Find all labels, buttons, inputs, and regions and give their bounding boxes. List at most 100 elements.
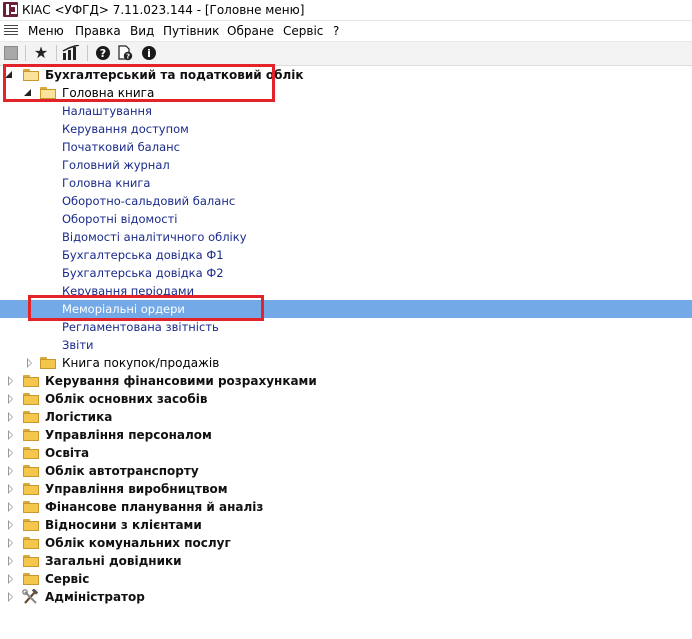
collapse-arrow-icon[interactable] bbox=[7, 466, 15, 476]
help-icon[interactable]: ? bbox=[94, 44, 112, 62]
tree-node-label: Фінансове планування й аналіз bbox=[45, 500, 264, 514]
tree-node-module[interactable]: Управління виробництвом bbox=[0, 480, 692, 498]
tree-item-access-control[interactable]: Керування доступом bbox=[0, 120, 692, 138]
tree-item-reports[interactable]: Звіти bbox=[0, 336, 692, 354]
window-icon[interactable] bbox=[2, 44, 20, 62]
chart-icon[interactable] bbox=[62, 44, 80, 62]
collapse-arrow-icon[interactable] bbox=[7, 448, 15, 458]
title-bar: КІАС <УФГД> 7.11.023.144 - [Головне меню… bbox=[0, 0, 692, 21]
tree-node-module[interactable]: Сервіс bbox=[0, 570, 692, 588]
tree-item-analytical-statements[interactable]: Відомості аналітичного обліку bbox=[0, 228, 692, 246]
folder-icon bbox=[23, 555, 39, 567]
menu-item-favorites[interactable]: Обране bbox=[227, 24, 274, 38]
tree-node-module[interactable]: Керування фінансовими розрахунками bbox=[0, 372, 692, 390]
tree-item-label: Бухгалтерська довідка Ф1 bbox=[62, 248, 224, 262]
window-title: КІАС <УФГД> 7.11.023.144 - [Головне меню… bbox=[22, 3, 305, 17]
folder-icon bbox=[23, 519, 39, 531]
tree-item-label: Оборотно-сальдовий баланс bbox=[62, 194, 236, 208]
tree-item-label: Відомості аналітичного обліку bbox=[62, 230, 247, 244]
tree-item-settings[interactable]: Налаштування bbox=[0, 102, 692, 120]
collapse-arrow-icon[interactable] bbox=[7, 484, 15, 494]
collapse-arrow-icon[interactable] bbox=[7, 574, 15, 584]
doc-help-icon[interactable]: ? bbox=[116, 44, 134, 62]
tree-item-label: Головна книга bbox=[62, 176, 151, 190]
tree-node-purchase-sales-book[interactable]: Книга покупок/продажів bbox=[0, 354, 692, 372]
menu-item-edit[interactable]: Правка bbox=[75, 24, 121, 38]
tree-item-trial-balance[interactable]: Оборотно-сальдовий баланс bbox=[0, 192, 692, 210]
collapse-arrow-icon[interactable] bbox=[7, 376, 15, 386]
menu-item-menu[interactable]: Меню bbox=[28, 24, 64, 38]
folder-icon bbox=[23, 411, 39, 423]
collapse-arrow-icon[interactable] bbox=[7, 556, 15, 566]
highlight-frame-memorial-orders bbox=[28, 295, 264, 321]
collapse-arrow-icon[interactable] bbox=[7, 412, 15, 422]
tree-node-module[interactable]: Фінансове планування й аналіз bbox=[0, 498, 692, 516]
tree-node-label: Адміністратор bbox=[45, 590, 145, 604]
tree-item-label: Налаштування bbox=[62, 104, 152, 118]
tree-item-label: Керування доступом bbox=[62, 122, 189, 136]
tree-node-module[interactable]: Відносини з клієнтами bbox=[0, 516, 692, 534]
tree-item-label: Оборотні відомості bbox=[62, 212, 178, 226]
tree-node-label: Книга покупок/продажів bbox=[62, 356, 220, 370]
tree-item-accounting-note-f2[interactable]: Бухгалтерська довідка Ф2 bbox=[0, 264, 692, 282]
tree-item-turnover-statements[interactable]: Оборотні відомості bbox=[0, 210, 692, 228]
tree-node-module[interactable]: Облік комунальних послуг bbox=[0, 534, 692, 552]
tree-node-module[interactable]: Управління персоналом bbox=[0, 426, 692, 444]
tree-node-label: Сервіс bbox=[45, 572, 90, 586]
tree-node-label: Керування фінансовими розрахунками bbox=[45, 374, 317, 388]
info-icon[interactable]: i bbox=[140, 44, 158, 62]
tree-item-label: Регламентована звітність bbox=[62, 320, 219, 334]
tree-item-label: Звіти bbox=[62, 338, 94, 352]
menu-bar: Меню Правка Вид Путівник Обране Сервіс ? bbox=[0, 21, 692, 41]
tree-item-general-ledger-doc[interactable]: Головна книга bbox=[0, 174, 692, 192]
folder-icon bbox=[23, 429, 39, 441]
tree-node-label: Відносини з клієнтами bbox=[45, 518, 202, 532]
tree-item-accounting-note-f1[interactable]: Бухгалтерська довідка Ф1 bbox=[0, 246, 692, 264]
menu-item-view[interactable]: Вид bbox=[130, 24, 154, 38]
toolbar-separator bbox=[56, 45, 57, 61]
tree-item-label: Початковий баланс bbox=[62, 140, 180, 154]
collapse-arrow-icon[interactable] bbox=[26, 358, 34, 368]
collapse-arrow-icon[interactable] bbox=[7, 520, 15, 530]
tree-node-label: Облік автотранспорту bbox=[45, 464, 199, 478]
tools-icon bbox=[22, 589, 39, 604]
menu-item-navigator[interactable]: Путівник bbox=[163, 24, 219, 38]
tree-node-module[interactable]: Облік автотранспорту bbox=[0, 462, 692, 480]
folder-icon bbox=[23, 465, 39, 477]
star-icon[interactable]: ★ bbox=[32, 44, 50, 62]
collapse-arrow-icon[interactable] bbox=[7, 430, 15, 440]
tree-node-label: Логістика bbox=[45, 410, 113, 424]
folder-icon bbox=[23, 447, 39, 459]
tree-item-opening-balance[interactable]: Початковий баланс bbox=[0, 138, 692, 156]
tree-item-label: Бухгалтерська довідка Ф2 bbox=[62, 266, 224, 280]
tree-node-module[interactable]: Облік основних засобів bbox=[0, 390, 692, 408]
highlight-frame-accounting bbox=[3, 64, 275, 102]
folder-icon bbox=[40, 357, 56, 369]
app-logo-icon bbox=[3, 2, 18, 17]
tree-node-module[interactable]: Загальні довідники bbox=[0, 552, 692, 570]
tree-node-module[interactable]: Освіта bbox=[0, 444, 692, 462]
toolbar-separator bbox=[87, 45, 88, 61]
folder-icon bbox=[23, 573, 39, 585]
collapse-arrow-icon[interactable] bbox=[7, 394, 15, 404]
collapse-arrow-icon[interactable] bbox=[7, 538, 15, 548]
folder-icon bbox=[23, 501, 39, 513]
toolbar-separator bbox=[25, 45, 26, 61]
tree-node-label: Облік комунальних послуг bbox=[45, 536, 231, 550]
menu-item-service[interactable]: Сервіс bbox=[283, 24, 323, 38]
menu-list-icon[interactable] bbox=[4, 24, 18, 37]
collapse-arrow-icon[interactable] bbox=[7, 502, 15, 512]
svg-text:?: ? bbox=[126, 53, 130, 61]
menu-item-help[interactable]: ? bbox=[333, 24, 339, 38]
tree-node-label: Управління виробництвом bbox=[45, 482, 228, 496]
tree-node-administrator[interactable]: Адміністратор bbox=[0, 588, 692, 606]
tree-item-general-journal[interactable]: Головний журнал bbox=[0, 156, 692, 174]
collapse-arrow-icon[interactable] bbox=[7, 592, 15, 602]
folder-icon bbox=[23, 393, 39, 405]
folder-icon bbox=[23, 375, 39, 387]
toolbar: ★ ? ? i bbox=[0, 41, 692, 66]
tree-item-label: Головний журнал bbox=[62, 158, 170, 172]
tree-node-module[interactable]: Логістика bbox=[0, 408, 692, 426]
tree-node-label: Освіта bbox=[45, 446, 90, 460]
tree-node-label: Загальні довідники bbox=[45, 554, 182, 568]
